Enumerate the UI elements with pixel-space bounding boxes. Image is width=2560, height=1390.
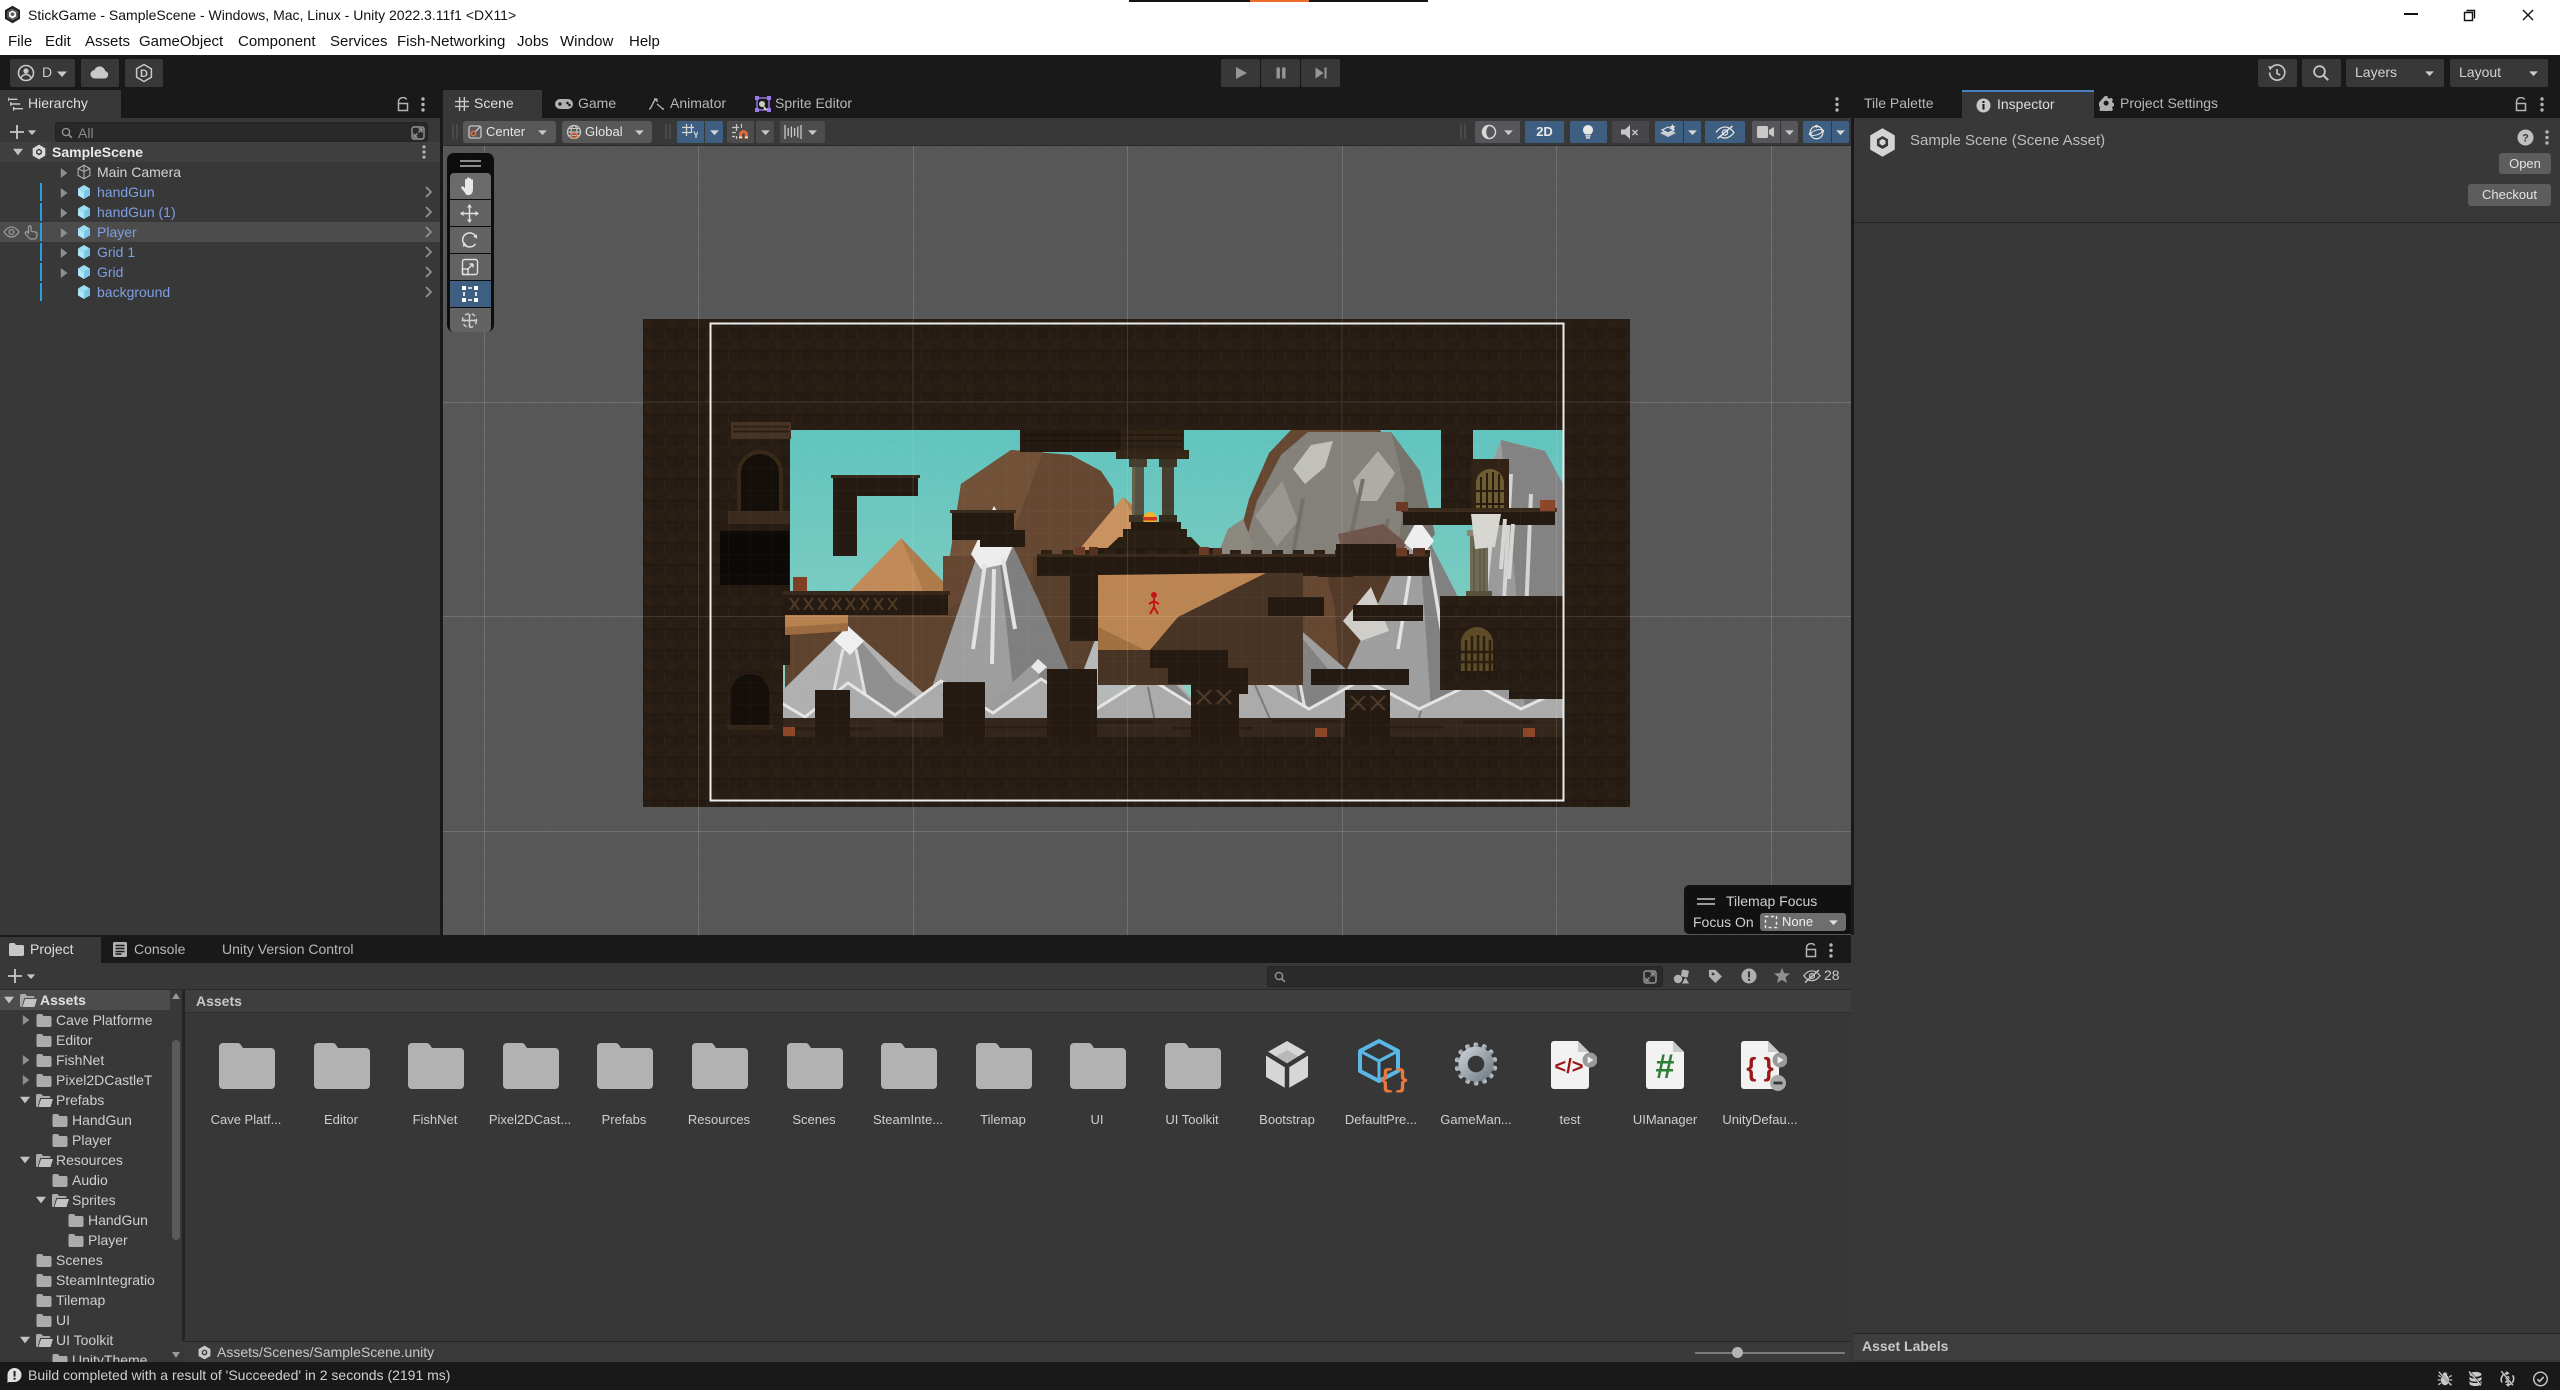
svg-text:#: # (1656, 1048, 1675, 1086)
svg-text:{}: {} (1378, 1065, 1409, 1093)
svg-text:</>: </> (1555, 1056, 1584, 1078)
svg-text:Y: Y (693, 130, 698, 140)
svg-text:{ }: { } (1746, 1052, 1773, 1082)
svg-text:?: ? (2522, 133, 2529, 145)
svg-text:D: D (140, 68, 148, 80)
